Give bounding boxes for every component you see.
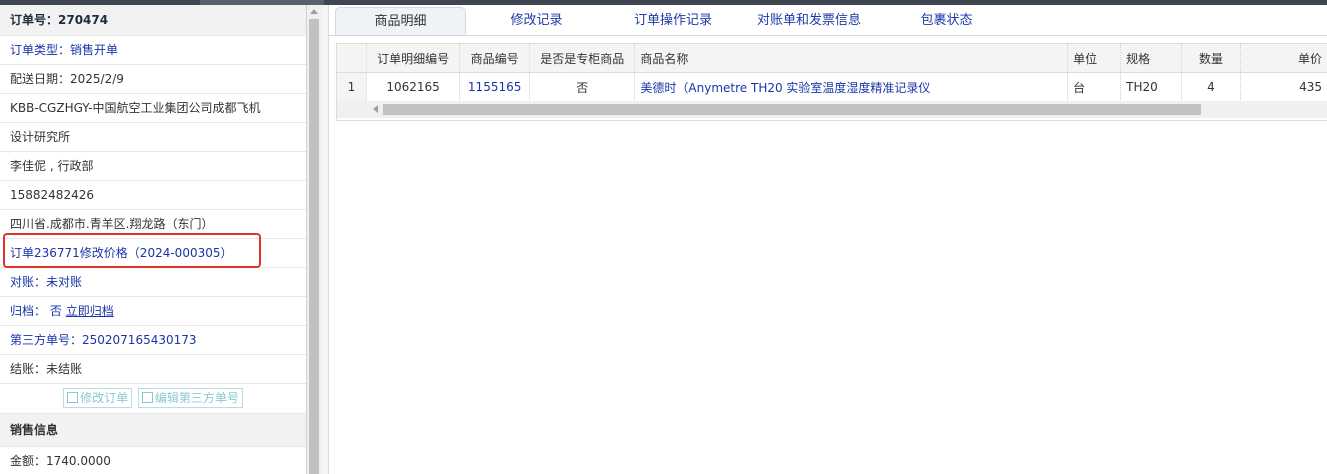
- edit-order-button[interactable]: 修改订单: [63, 388, 133, 408]
- col-header-index: [337, 44, 367, 73]
- table-row[interactable]: 1 1062165 1155165 否 美德时（Anymetre TH20 实验…: [337, 72, 1327, 102]
- sales-amount: 金额：1740.0000: [0, 447, 306, 474]
- order-info-panel: 订单号：270474 订单类型：销售开单 配送日期：2025/2/9 KBB-C…: [0, 5, 307, 474]
- cell-detail-id: 1062165: [366, 72, 461, 102]
- customer-name-line1: KBB-CGZHGY-中国航空工业集团公司成都飞机: [0, 94, 306, 123]
- order-type: 订单类型：销售开单: [0, 36, 306, 65]
- cell-unit: 台: [1067, 72, 1122, 102]
- panel-splitter[interactable]: [321, 5, 329, 474]
- scroll-left-arrow-icon[interactable]: [373, 105, 378, 113]
- archive-value: 否: [49, 304, 62, 318]
- third-party-order-number: 第三方单号：250207165430173: [0, 326, 306, 355]
- col-header-product-id[interactable]: 商品编号: [459, 44, 530, 73]
- tab-modification-log[interactable]: 修改记录: [479, 7, 594, 35]
- cell-product-id-link[interactable]: 1155165: [459, 72, 530, 102]
- col-header-detail-id[interactable]: 订单明细编号: [366, 44, 461, 73]
- order-action-buttons: 修改订单 编辑第三方单号: [0, 384, 306, 414]
- cell-quantity: 4: [1181, 72, 1241, 102]
- product-table: 订单明细编号 商品编号 是否是专柜商品 商品名称 单位 规格 数量 单价 1 1…: [337, 44, 1327, 102]
- cell-index: 1: [337, 72, 367, 102]
- archive-label: 归档：: [10, 304, 47, 318]
- highlight-box: [3, 233, 261, 268]
- col-header-unit[interactable]: 单位: [1067, 44, 1122, 73]
- left-panel-scrollbar[interactable]: [307, 5, 321, 474]
- detail-tabs: 商品明细 修改记录 订单操作记录 对账单和发票信息 包裹状态: [329, 5, 1327, 36]
- sales-info-header: 销售信息: [0, 414, 306, 447]
- tab-package-status[interactable]: 包裹状态: [899, 7, 994, 35]
- tab-product-details[interactable]: 商品明细: [335, 7, 466, 35]
- tab-operation-log[interactable]: 订单操作记录: [611, 7, 735, 35]
- reconcile-status: 对账：未对账: [0, 268, 306, 297]
- order-number: 订单号：270474: [0, 5, 306, 36]
- edit-icon: [67, 392, 79, 403]
- col-header-product-name[interactable]: 商品名称: [634, 44, 1069, 73]
- contact-phone: 15882482426: [0, 181, 306, 210]
- col-header-unit-price[interactable]: 单价: [1240, 44, 1327, 73]
- contact-person: 李佳伲 , 行政部: [0, 152, 306, 181]
- archive-now-link[interactable]: 立即归档: [66, 304, 114, 318]
- col-header-counter-product[interactable]: 是否是专柜商品: [529, 44, 636, 73]
- cell-spec: TH20: [1120, 72, 1183, 102]
- product-grid: 订单明细编号 商品编号 是否是专柜商品 商品名称 单位 规格 数量 单价 1 1…: [336, 43, 1327, 121]
- cell-unit-price: 435: [1240, 72, 1327, 102]
- table-header-row: 订单明细编号 商品编号 是否是专柜商品 商品名称 单位 规格 数量 单价: [337, 44, 1327, 73]
- col-header-quantity[interactable]: 数量: [1181, 44, 1241, 73]
- scroll-up-arrow-icon[interactable]: [310, 9, 318, 14]
- customer-name-line2: 设计研究所: [0, 123, 306, 152]
- cell-counter-product: 否: [529, 72, 636, 102]
- tab-statement-invoice[interactable]: 对账单和发票信息: [739, 7, 879, 35]
- cell-product-name-link[interactable]: 美德时（Anymetre TH20 实验室温度湿度精准记录仪: [634, 72, 1069, 102]
- grid-horizontal-scrollbar[interactable]: [337, 101, 1327, 118]
- archive-status: 归档： 否 立即归档: [0, 297, 306, 326]
- settle-status: 结账：未结账: [0, 355, 306, 384]
- col-header-spec[interactable]: 规格: [1120, 44, 1183, 73]
- edit-third-party-button[interactable]: 编辑第三方单号: [137, 388, 243, 408]
- detail-panel: 商品明细 修改记录 订单操作记录 对账单和发票信息 包裹状态 订单明细编号 商品…: [329, 5, 1327, 474]
- delivery-date: 配送日期：2025/2/9: [0, 65, 306, 94]
- scrollbar-thumb[interactable]: [309, 19, 319, 474]
- edit-icon: [141, 392, 153, 403]
- scrollbar-thumb[interactable]: [383, 104, 1201, 115]
